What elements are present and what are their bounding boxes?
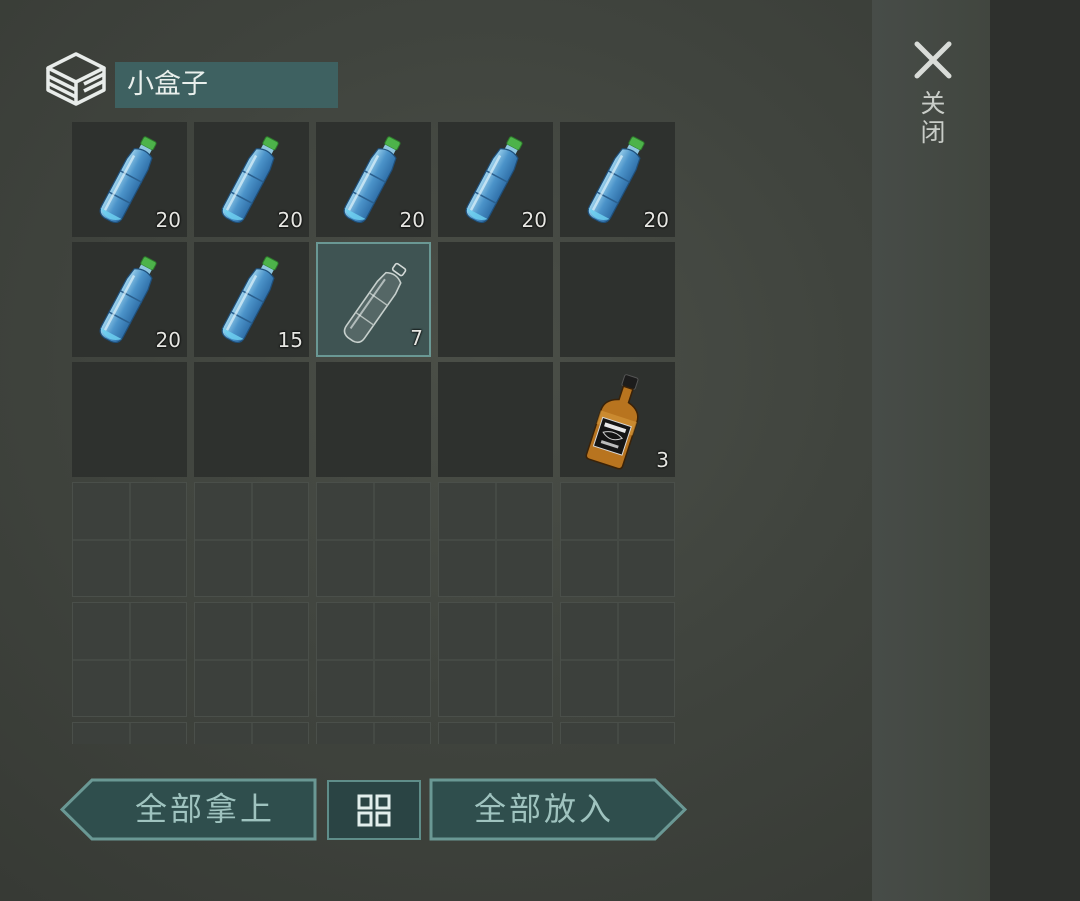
locked-slot (72, 602, 187, 717)
inventory-slot[interactable] (316, 362, 431, 477)
item-count: 7 (410, 326, 423, 350)
inventory-grid: 20 20 20 20 20 20 15 7 3 (72, 122, 676, 744)
locked-slot (560, 482, 675, 597)
inventory-slot[interactable]: 3 (560, 362, 675, 477)
container-title: 小盒子 (115, 62, 338, 108)
locked-slot (194, 722, 309, 744)
item-count: 20 (155, 208, 181, 232)
item-count: 20 (521, 208, 547, 232)
inventory-slot[interactable]: 20 (438, 122, 553, 237)
close-label: 关闭 (917, 90, 946, 148)
inventory-slot[interactable]: 20 (560, 122, 675, 237)
take-all-label: 全部拿上 (134, 790, 275, 828)
locked-slot (316, 722, 431, 744)
put-all-button[interactable]: 全部放入 (429, 778, 687, 841)
locked-slot (72, 482, 187, 597)
locked-slot (72, 722, 187, 744)
put-all-label: 全部放入 (473, 790, 614, 828)
item-count: 20 (155, 328, 181, 352)
whiskey-bottle-icon (585, 374, 639, 470)
item-count: 15 (277, 328, 303, 352)
inventory-slot[interactable]: 20 (72, 122, 187, 237)
locked-slot (316, 482, 431, 597)
side-shadow (990, 0, 1080, 901)
inventory-slot[interactable]: 20 (316, 122, 431, 237)
item-count: 20 (399, 208, 425, 232)
inventory-slot[interactable]: 20 (72, 242, 187, 357)
item-count: 3 (656, 448, 669, 472)
box-icon (46, 52, 106, 106)
close-button[interactable]: 关闭 (906, 40, 960, 200)
locked-slot (560, 722, 675, 744)
inventory-slot[interactable] (194, 362, 309, 477)
take-all-button[interactable]: 全部拿上 (60, 778, 318, 841)
close-icon (914, 41, 952, 79)
sort-button[interactable] (327, 780, 421, 840)
locked-slot (438, 482, 553, 597)
item-count: 20 (277, 208, 303, 232)
locked-slot (438, 722, 553, 744)
inventory-slot[interactable] (438, 242, 553, 357)
locked-slot (194, 482, 309, 597)
locked-slot (194, 602, 309, 717)
inventory-slot[interactable]: 20 (194, 122, 309, 237)
inventory-slot[interactable] (438, 362, 553, 477)
locked-slot (316, 602, 431, 717)
item-count: 20 (643, 208, 669, 232)
locked-slot (560, 602, 675, 717)
inventory-slot[interactable]: 7 (316, 242, 431, 357)
empty-bottle-icon (343, 262, 407, 344)
inventory-slot[interactable] (560, 242, 675, 357)
inventory-slot[interactable]: 15 (194, 242, 309, 357)
sort-grid-icon (357, 794, 391, 827)
inventory-slot[interactable] (72, 362, 187, 477)
locked-slot (438, 602, 553, 717)
